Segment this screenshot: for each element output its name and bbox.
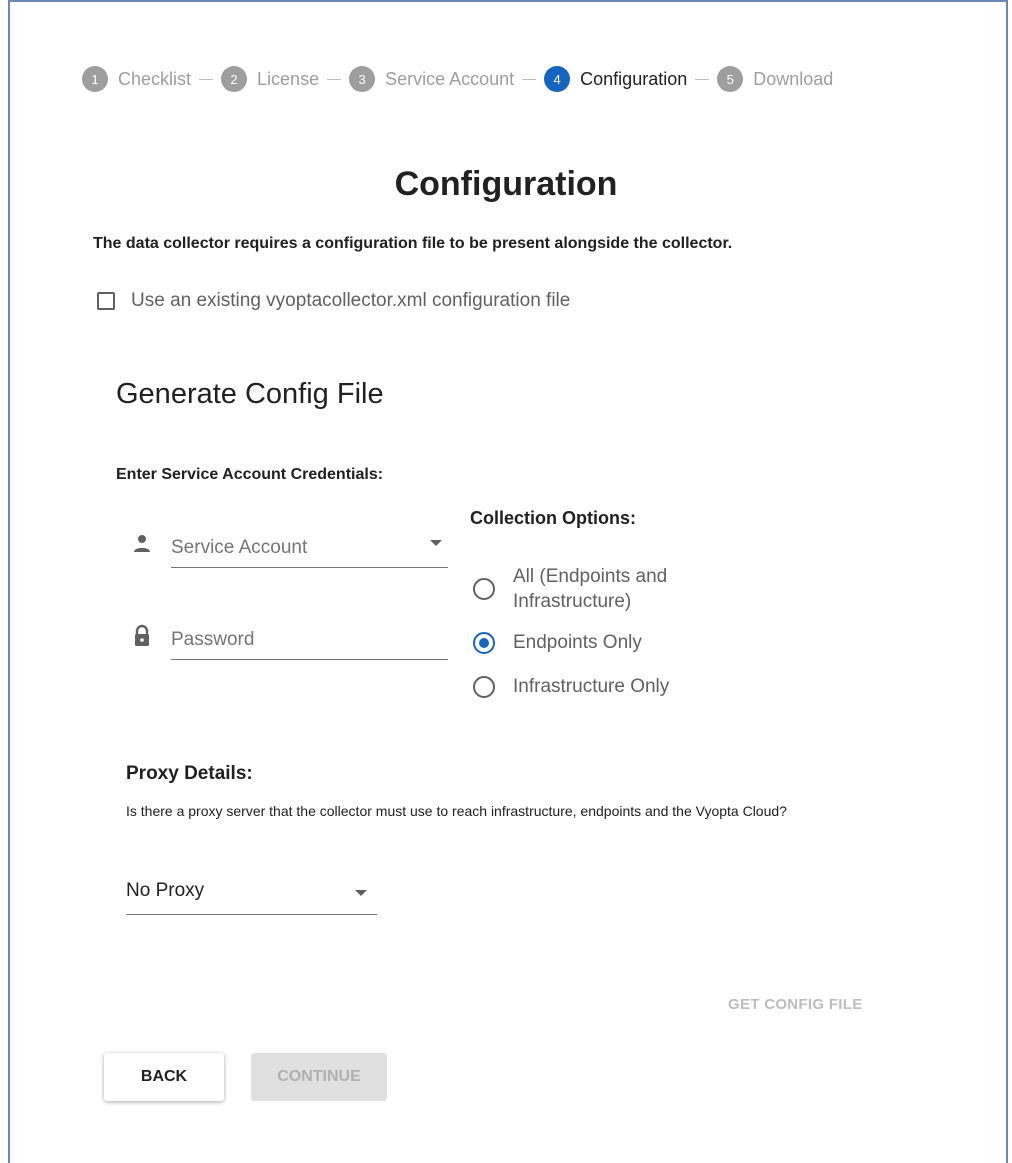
radio-infrastructure-label[interactable]: Infrastructure Only: [513, 674, 669, 699]
step-separator: [522, 78, 537, 80]
radio-all-label[interactable]: All (Endpoints and Infrastructure): [513, 564, 667, 614]
proxy-details-title: Proxy Details:: [126, 763, 253, 784]
stepper: 1 Checklist 2 License 3 Service Account …: [82, 64, 833, 94]
step-number: 5: [717, 66, 744, 92]
step-number: 1: [82, 66, 108, 92]
proxy-description: Is there a proxy server that the collect…: [126, 803, 787, 819]
proxy-select[interactable]: No Proxy: [126, 874, 377, 915]
radio-all[interactable]: [473, 578, 495, 600]
existing-config-checkbox-row[interactable]: Use an existing vyoptacollector.xml conf…: [97, 290, 570, 312]
step-checklist[interactable]: 1 Checklist: [82, 66, 191, 92]
radio-endpoints-label[interactable]: Endpoints Only: [513, 630, 642, 655]
chevron-down-icon[interactable]: [430, 540, 442, 546]
page-title: Configuration: [394, 165, 618, 203]
radio-endpoints[interactable]: [473, 631, 495, 654]
step-configuration[interactable]: 4 Configuration: [544, 66, 687, 92]
collection-options-title: Collection Options:: [470, 508, 636, 528]
service-account-select[interactable]: [171, 528, 448, 568]
person-icon: [134, 535, 150, 552]
step-label: Checklist: [118, 68, 192, 89]
intro-text: The data collector requires a configurat…: [93, 235, 733, 252]
back-button[interactable]: BACK: [104, 1053, 224, 1101]
password-input[interactable]: [171, 620, 448, 660]
continue-button[interactable]: CONTINUE: [251, 1053, 387, 1101]
radio-option-infrastructure[interactable]: Infrastructure Only: [473, 674, 669, 699]
step-label: Service Account: [385, 68, 515, 89]
step-number: 3: [349, 66, 376, 92]
step-label: License: [257, 68, 320, 89]
step-number: 2: [221, 66, 248, 92]
radio-all-label-line1: All (Endpoints and: [513, 566, 668, 587]
service-account-field[interactable]: [130, 528, 450, 568]
step-label: Configuration: [580, 68, 688, 89]
step-service-account[interactable]: 3 Service Account: [349, 66, 514, 92]
radio-option-endpoints[interactable]: Endpoints Only: [473, 630, 642, 655]
radio-option-all[interactable]: All (Endpoints and Infrastructure): [473, 564, 667, 614]
step-separator: [327, 78, 342, 80]
step-number: 4: [544, 66, 571, 92]
radio-infrastructure[interactable]: [473, 675, 495, 698]
lock-icon: [135, 624, 149, 646]
proxy-selected-value: No Proxy: [126, 880, 205, 901]
step-license[interactable]: 2 License: [221, 66, 319, 92]
password-field[interactable]: [130, 620, 450, 660]
generate-config-title: Generate Config File: [116, 378, 384, 410]
step-separator: [695, 78, 710, 80]
step-download[interactable]: 5 Download: [717, 66, 833, 92]
existing-config-checkbox[interactable]: [97, 292, 115, 310]
chevron-down-icon[interactable]: [355, 890, 367, 896]
step-separator: [199, 78, 214, 80]
radio-all-label-line2: Infrastructure): [513, 591, 632, 612]
get-config-file-button[interactable]: GET CONFIG FILE: [728, 996, 863, 1013]
step-label: Download: [753, 68, 834, 89]
existing-config-label[interactable]: Use an existing vyoptacollector.xml conf…: [131, 290, 570, 312]
credentials-label: Enter Service Account Credentials:: [116, 466, 384, 483]
